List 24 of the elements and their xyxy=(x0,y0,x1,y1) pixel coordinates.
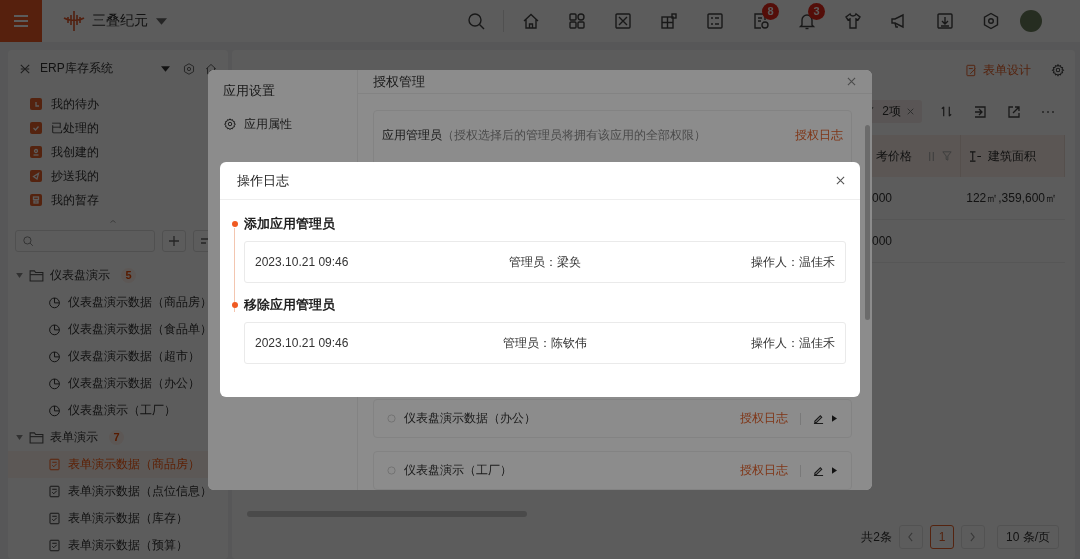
table-cell: 000 xyxy=(872,191,893,205)
dialog-title: 应用设置 xyxy=(223,82,276,100)
app-name: 仪表盘演示（工厂） xyxy=(404,462,513,479)
log-time: 2023.10.21 09:46 xyxy=(255,336,350,350)
column-header: 建筑面积 xyxy=(988,147,1036,165)
table-cell: 000 xyxy=(872,234,893,248)
count-badge: 3 xyxy=(808,3,825,20)
operator-name: 操作人：温佳禾 xyxy=(751,334,835,352)
table-cell: 122㎡,359,600㎡ xyxy=(966,189,1057,207)
operator-name: 操作人：温佳禾 xyxy=(751,253,835,271)
app-name: 仪表盘演示数据（办公） xyxy=(404,410,537,427)
column-header: 考价格 xyxy=(876,147,912,165)
card-title: 应用管理员（授权选择后的管理员将拥有该应用的全部权限） xyxy=(382,127,706,144)
dialog-title: 操作日志 xyxy=(237,171,289,190)
panel-title: 授权管理 xyxy=(373,72,425,91)
count-badge: 8 xyxy=(762,3,779,20)
log-action: 移除应用管理员 xyxy=(244,296,335,314)
log-action: 添加应用管理员 xyxy=(244,215,335,233)
admin-name: 管理员：陈钦伟 xyxy=(503,334,587,352)
app-name: ERP库存系统 xyxy=(40,60,114,77)
log-time: 2023.10.21 09:46 xyxy=(255,255,350,269)
total-count: 共2条 xyxy=(861,528,892,546)
admin-name: 管理员：梁奂 xyxy=(509,253,581,271)
brand-name: 三叠纪元 xyxy=(92,12,148,30)
